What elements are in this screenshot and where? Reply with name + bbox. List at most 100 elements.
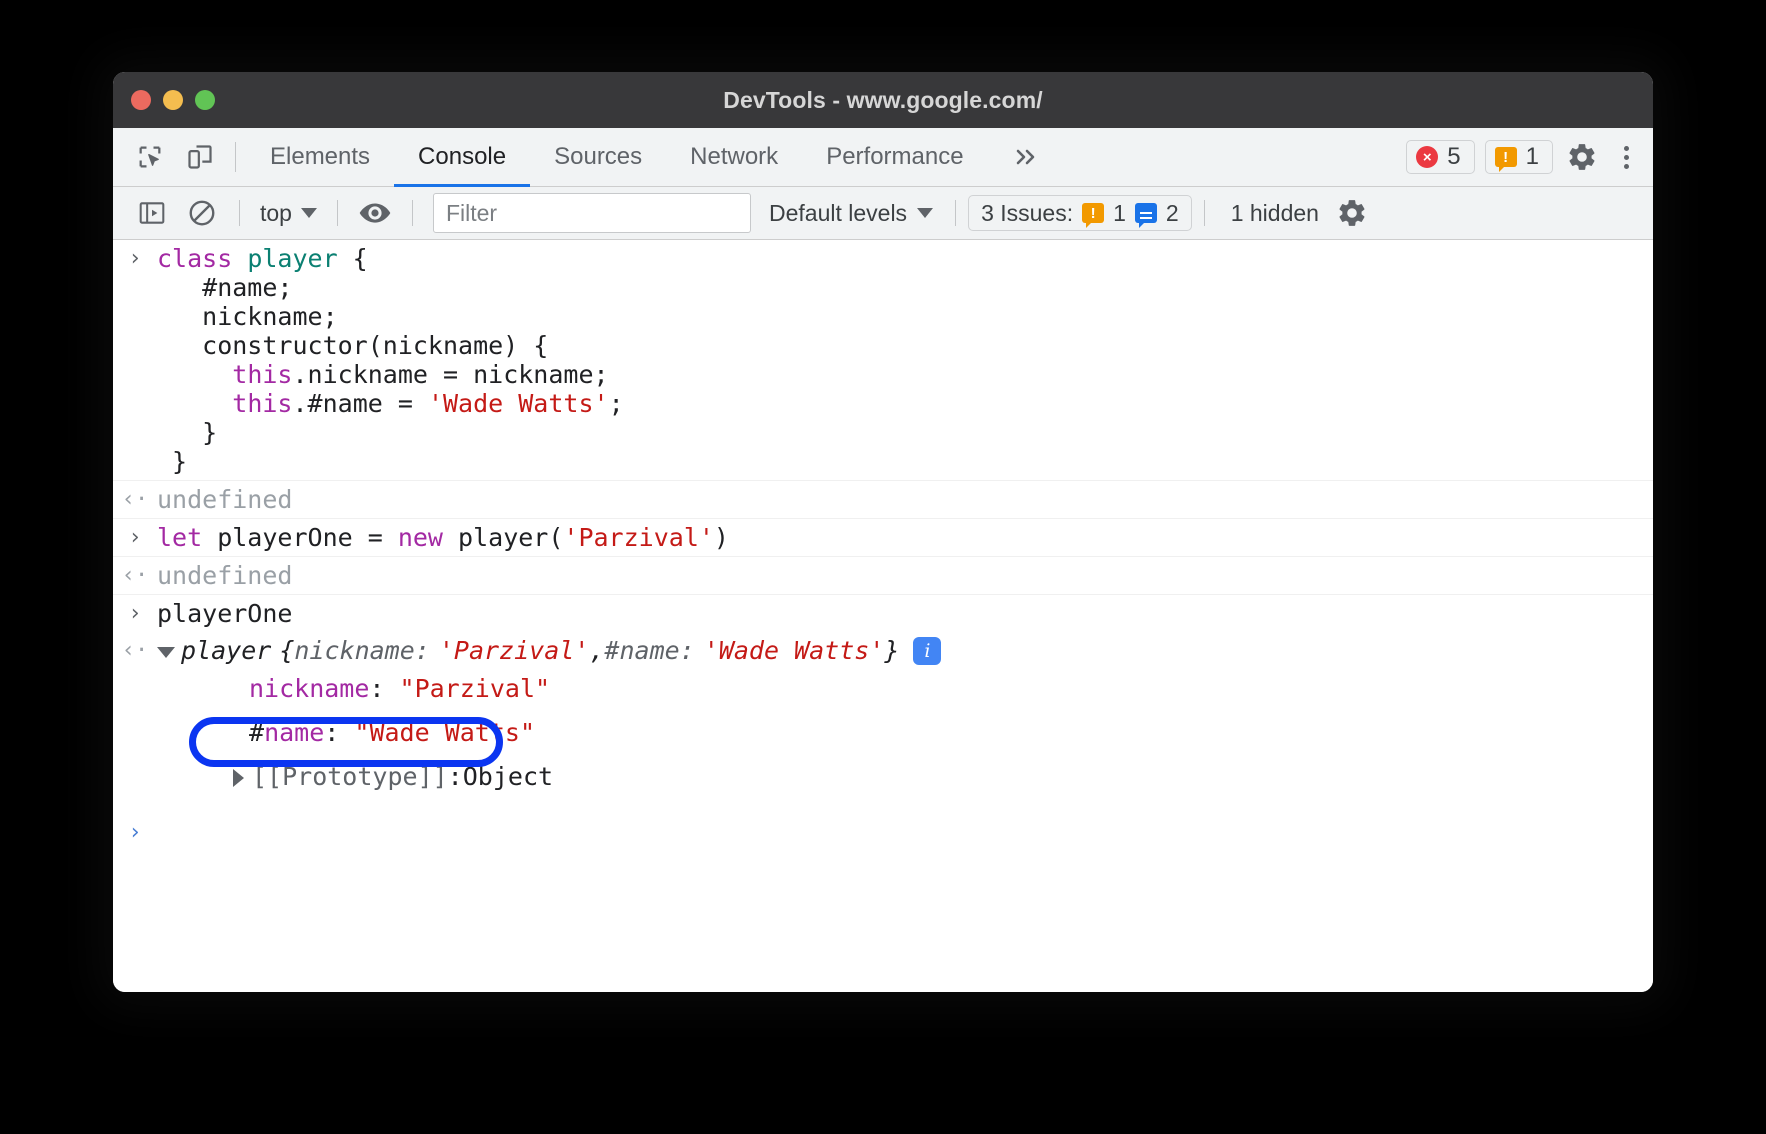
console-message-input[interactable]: › class player { #name; nickname; constr… (113, 240, 1653, 481)
prototype-value: Object (463, 762, 553, 792)
tab-elements[interactable]: Elements (246, 128, 394, 186)
info-icon[interactable]: i (913, 637, 941, 665)
toolbar-divider-2 (337, 200, 338, 226)
window-title: DevTools - www.google.com/ (723, 87, 1043, 114)
screenshot-root: DevTools - www.google.com/ Elements (0, 0, 1766, 1134)
tab-console-label: Console (418, 143, 506, 171)
kebab-menu-icon[interactable] (1611, 138, 1641, 176)
console-code-class: class player { #name; nickname; construc… (157, 244, 636, 476)
warning-icon: ! (1495, 147, 1517, 167)
preview-key-name: #name: (604, 636, 694, 666)
chevron-down-icon-levels (917, 208, 933, 218)
prototype-label: [[Prototype]] (252, 762, 448, 792)
gear-icon[interactable] (1563, 138, 1601, 176)
prototype-colon: : (448, 762, 463, 792)
console-message-output[interactable]: ‹· undefined (113, 481, 1653, 519)
property-name-nickname: nickname (249, 674, 369, 703)
issues-info-icon (1135, 203, 1157, 223)
prompt-caret-icon: › (113, 820, 157, 845)
warning-count: 1 (1526, 145, 1539, 169)
input-marker: › (113, 244, 157, 270)
object-property-nickname[interactable]: nickname: "Parzival" (157, 674, 1653, 704)
property-name-name: name (264, 718, 324, 747)
object-property-prototype[interactable]: [[Prototype]]: Object (157, 762, 1653, 792)
object-brace-open: { (279, 636, 294, 666)
chevron-double-right-icon[interactable] (988, 128, 1062, 186)
clear-console-icon[interactable] (177, 193, 227, 233)
preview-key-nickname: nickname: (294, 636, 429, 666)
input-marker-2: › (113, 523, 157, 549)
console-message-input-2[interactable]: › let playerOne = new player('Parzival') (113, 519, 1653, 557)
object-property-name[interactable]: #name: "Wade Watts" (157, 718, 1653, 748)
tab-performance[interactable]: Performance (802, 128, 987, 186)
output-marker-3: ‹· (113, 636, 157, 662)
issues-label: 3 Issues: (981, 200, 1073, 227)
window-controls[interactable] (131, 90, 215, 110)
expand-triangle-icon[interactable] (157, 647, 175, 658)
log-levels-label: Default levels (769, 200, 907, 227)
execution-context-label: top (260, 200, 292, 227)
issues-info-count: 2 (1166, 200, 1179, 227)
console-sidebar-icon[interactable] (127, 193, 177, 233)
tab-elements-label: Elements (270, 143, 370, 171)
tab-sources[interactable]: Sources (530, 128, 666, 186)
object-brace-close: } (884, 636, 899, 666)
toolbar-divider-3 (412, 200, 413, 226)
panel-tabs: Elements Console Sources Network Perform… (246, 128, 988, 186)
collapse-triangle-icon[interactable] (233, 769, 244, 787)
console-prompt[interactable]: › (113, 810, 1653, 845)
console-code-playerone: playerOne (157, 599, 304, 628)
toolbar-divider-1 (239, 200, 240, 226)
maximize-button[interactable] (195, 90, 215, 110)
tab-sources-label: Sources (554, 143, 642, 171)
output-value-undefined-1: undefined (157, 485, 292, 514)
issues-warning-icon: ! (1082, 203, 1104, 223)
error-icon: × (1416, 146, 1438, 168)
console-message-output-2[interactable]: ‹· undefined (113, 557, 1653, 595)
minimize-button[interactable] (163, 90, 183, 110)
property-private-hash: # (249, 718, 264, 747)
tab-performance-label: Performance (826, 143, 963, 171)
filter-placeholder: Filter (446, 200, 497, 227)
devtools-window: DevTools - www.google.com/ Elements (113, 72, 1653, 992)
close-button[interactable] (131, 90, 151, 110)
live-expression-icon[interactable] (350, 193, 400, 233)
toolbar-divider-5 (1204, 200, 1205, 226)
issues-warning-count: 1 (1113, 200, 1126, 227)
console-message-input-3[interactable]: › playerOne (113, 595, 1653, 632)
tabbar-divider (235, 142, 236, 172)
filter-input[interactable]: Filter (433, 193, 751, 233)
console-message-object-result[interactable]: ‹· player{nickname:'Parzival', #name:'Wa… (113, 632, 1653, 796)
window-titlebar: DevTools - www.google.com/ (113, 72, 1653, 128)
preview-value-nickname: 'Parzival' (439, 636, 590, 666)
input-marker-3: › (113, 599, 157, 625)
tab-console[interactable]: Console (394, 128, 530, 186)
warning-count-chip[interactable]: ! 1 (1485, 140, 1553, 174)
output-marker: ‹· (113, 485, 157, 511)
preview-separator: , (589, 636, 604, 666)
console-output[interactable]: › class player { #name; nickname; constr… (113, 240, 1653, 992)
device-toolbar-icon[interactable] (175, 128, 225, 186)
console-code-let: let playerOne = new player('Parzival') (157, 523, 741, 552)
chevron-down-icon (301, 208, 317, 218)
execution-context-selector[interactable]: top (252, 200, 325, 227)
error-count-chip[interactable]: × 5 (1406, 140, 1474, 174)
tab-network-label: Network (690, 143, 778, 171)
tabbar-right-controls: × 5 ! 1 (1406, 128, 1653, 186)
property-value-name: "Wade Watts" (354, 718, 535, 747)
object-constructor-name: player (181, 636, 271, 666)
toolbar-divider-4 (955, 200, 956, 226)
hidden-messages-label[interactable]: 1 hidden (1217, 200, 1333, 227)
console-settings-gear-icon[interactable] (1333, 194, 1371, 232)
log-levels-selector[interactable]: Default levels (759, 200, 943, 227)
issues-chip[interactable]: 3 Issues: ! 1 2 (968, 195, 1192, 231)
inspect-element-icon[interactable] (125, 128, 175, 186)
output-value-undefined-2: undefined (157, 561, 292, 590)
property-colon-1: : (369, 674, 399, 703)
tab-network[interactable]: Network (666, 128, 802, 186)
object-preview-line[interactable]: player {nickname: 'Parzival', #name: 'Wade … (157, 636, 1653, 666)
preview-value-name: 'Wade Watts' (704, 636, 885, 666)
property-colon-2: : (324, 718, 354, 747)
console-toolbar: top Filter Default levels 3 Issues (113, 187, 1653, 240)
property-value-nickname: "Parzival" (400, 674, 551, 703)
